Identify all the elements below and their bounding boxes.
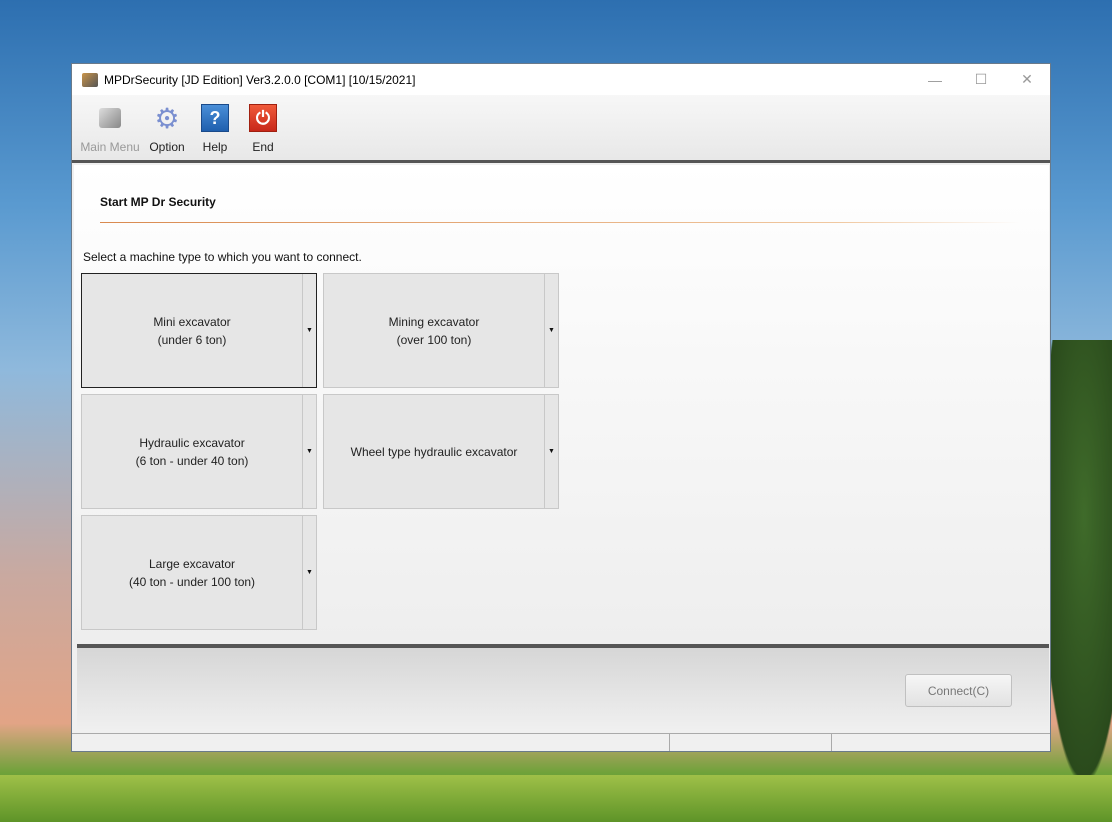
instruction-text: Select a machine type to which you want … bbox=[83, 250, 362, 264]
page-title: Start MP Dr Security bbox=[100, 195, 216, 209]
main-menu-label: Main Menu bbox=[80, 140, 140, 154]
window-title: MPDrSecurity [JD Edition] Ver3.2.0.0 [CO… bbox=[104, 72, 416, 87]
machine-sublabel: (6 ton - under 40 ton) bbox=[135, 453, 249, 468]
help-button[interactable]: ? Help bbox=[191, 95, 239, 160]
app-window: MPDrSecurity [JD Edition] Ver3.2.0.0 [CO… bbox=[71, 63, 1051, 752]
heading-divider bbox=[100, 222, 1020, 223]
machine-label: Hydraulic excavator bbox=[139, 435, 245, 450]
dropdown-arrow-icon[interactable]: ▼ bbox=[544, 274, 558, 387]
machine-label: Large excavator bbox=[148, 556, 236, 571]
maximize-button[interactable]: ☐ bbox=[958, 64, 1004, 95]
dropdown-arrow-icon[interactable]: ▼ bbox=[302, 395, 316, 508]
machine-button-large-excavator[interactable]: Large excavator (40 ton - under 100 ton) … bbox=[81, 515, 317, 630]
machine-button-mining-excavator[interactable]: Mining excavator (over 100 ton) ▼ bbox=[323, 273, 559, 388]
machine-sublabel: (40 ton - under 100 ton) bbox=[128, 574, 256, 589]
power-icon: ⏻ bbox=[249, 104, 277, 132]
help-icon: ? bbox=[201, 104, 229, 132]
machine-button-hydraulic-excavator[interactable]: Hydraulic excavator (6 ton - under 40 ton… bbox=[81, 394, 317, 509]
machine-sublabel: (under 6 ton) bbox=[157, 332, 227, 347]
gear-icon: ⚙ bbox=[154, 102, 180, 134]
end-label: End bbox=[252, 140, 274, 154]
main-menu-icon bbox=[99, 108, 121, 128]
status-pane bbox=[670, 734, 832, 751]
status-pane bbox=[832, 734, 1050, 751]
close-button[interactable]: ✕ bbox=[1004, 64, 1050, 95]
machine-sublabel: (over 100 ton) bbox=[396, 332, 472, 347]
option-label: Option bbox=[149, 140, 185, 154]
desktop-tree bbox=[1042, 340, 1112, 780]
footer-panel: Connect(C) bbox=[77, 644, 1049, 731]
status-pane bbox=[72, 734, 670, 751]
main-menu-button[interactable]: Main Menu bbox=[77, 95, 143, 160]
machine-button-mini-excavator[interactable]: Mini excavator (under 6 ton) ▼ bbox=[81, 273, 317, 388]
dropdown-arrow-icon[interactable]: ▼ bbox=[544, 395, 558, 508]
status-bar bbox=[72, 733, 1050, 751]
minimize-button[interactable]: — bbox=[912, 64, 958, 95]
machine-label: Wheel type hydraulic excavator bbox=[350, 444, 518, 459]
option-button[interactable]: ⚙ Option bbox=[143, 95, 191, 160]
connect-button[interactable]: Connect(C) bbox=[905, 674, 1012, 707]
machine-label: Mining excavator bbox=[388, 314, 480, 329]
help-label: Help bbox=[202, 140, 228, 154]
dropdown-arrow-icon[interactable]: ▼ bbox=[302, 274, 316, 387]
main-panel: Start MP Dr Security Select a machine ty… bbox=[74, 165, 1049, 647]
machine-label: Mini excavator bbox=[153, 314, 231, 329]
app-icon bbox=[82, 72, 98, 87]
machine-button-wheel-excavator[interactable]: Wheel type hydraulic excavator ▼ bbox=[323, 394, 559, 509]
desktop-grass bbox=[0, 775, 1112, 822]
title-bar: MPDrSecurity [JD Edition] Ver3.2.0.0 [CO… bbox=[72, 64, 1050, 95]
toolbar: Main Menu ⚙ Option ? Help ⏻ End bbox=[72, 95, 1050, 163]
dropdown-arrow-icon[interactable]: ▼ bbox=[302, 516, 316, 629]
end-button[interactable]: ⏻ End bbox=[239, 95, 287, 160]
